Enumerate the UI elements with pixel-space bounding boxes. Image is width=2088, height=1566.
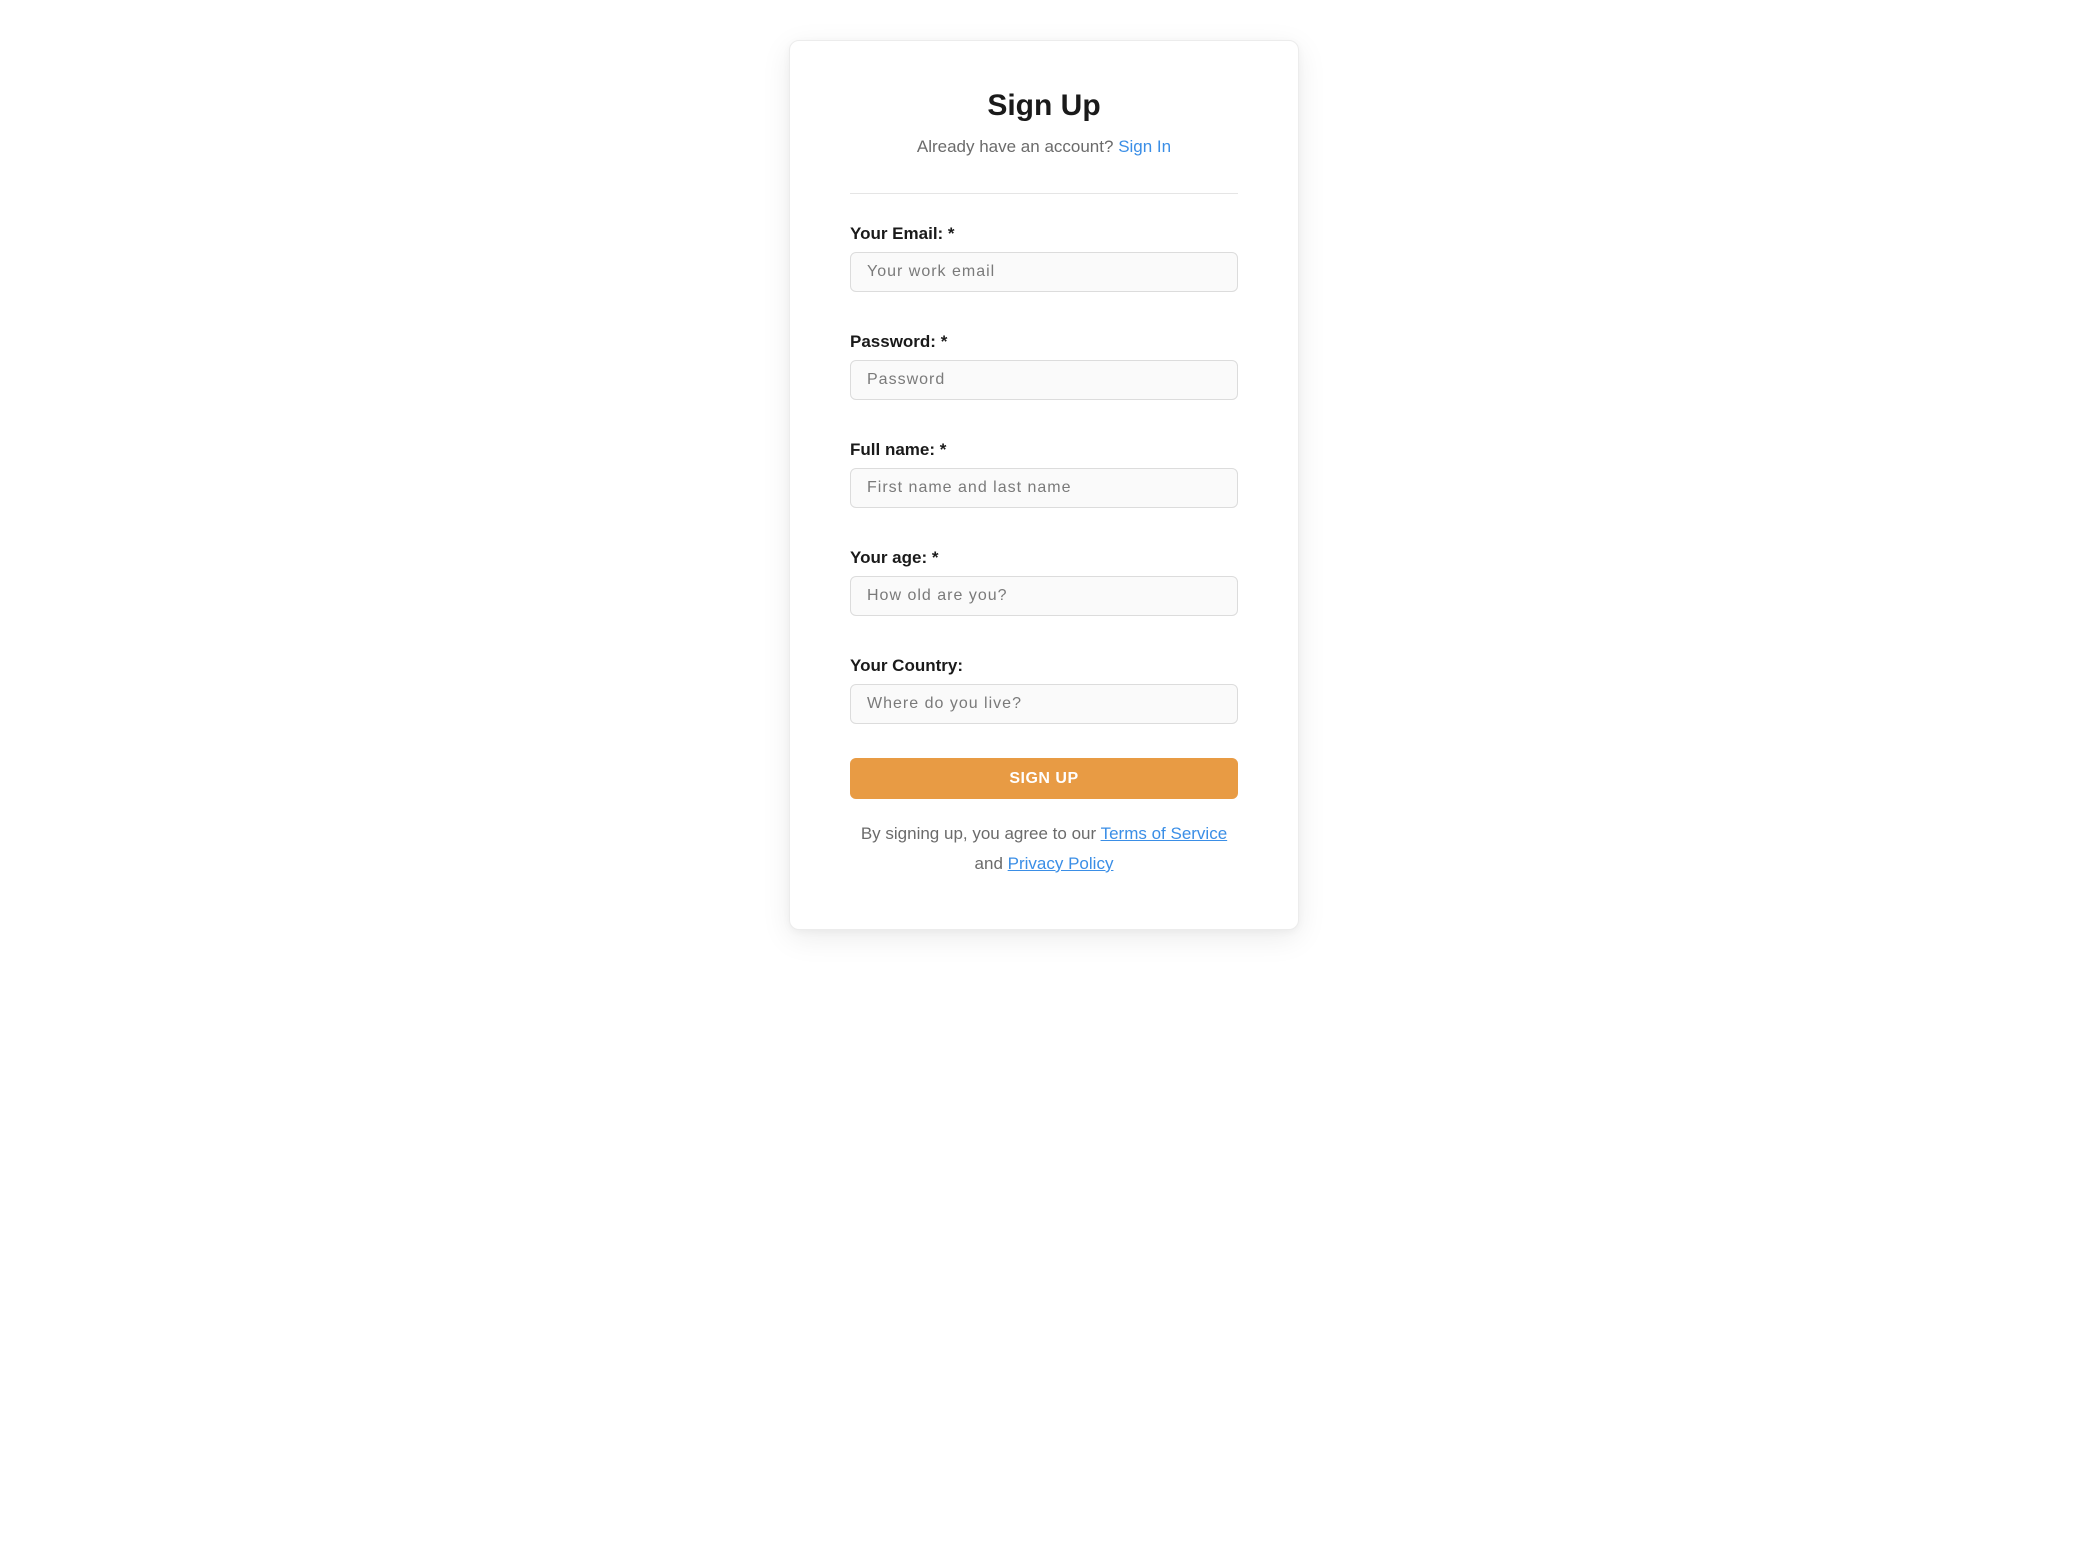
age-input[interactable] — [850, 576, 1238, 616]
signup-button[interactable]: SIGN UP — [850, 758, 1238, 799]
signin-link[interactable]: Sign In — [1118, 137, 1171, 156]
password-input[interactable] — [850, 360, 1238, 400]
page-title: Sign Up — [850, 89, 1238, 123]
terms-text: By signing up, you agree to our Terms of… — [850, 819, 1238, 879]
age-label: Your age: * — [850, 548, 1238, 568]
terms-of-service-link[interactable]: Terms of Service — [1101, 824, 1228, 843]
fullname-label: Full name: * — [850, 440, 1238, 460]
country-field-group: Your Country: — [850, 656, 1238, 724]
email-label: Your Email: * — [850, 224, 1238, 244]
signin-prompt: Already have an account? Sign In — [850, 137, 1238, 157]
divider — [850, 193, 1238, 194]
email-input[interactable] — [850, 252, 1238, 292]
fullname-field-group: Full name: * — [850, 440, 1238, 508]
country-label: Your Country: — [850, 656, 1238, 676]
password-label: Password: * — [850, 332, 1238, 352]
age-field-group: Your age: * — [850, 548, 1238, 616]
country-input[interactable] — [850, 684, 1238, 724]
already-have-account-text: Already have an account? — [917, 137, 1114, 156]
fullname-input[interactable] — [850, 468, 1238, 508]
signup-header: Sign Up Already have an account? Sign In — [850, 89, 1238, 157]
signup-card: Sign Up Already have an account? Sign In… — [789, 40, 1299, 930]
email-field-group: Your Email: * — [850, 224, 1238, 292]
terms-prefix: By signing up, you agree to our — [861, 824, 1101, 843]
privacy-policy-link[interactable]: Privacy Policy — [1008, 854, 1114, 873]
password-field-group: Password: * — [850, 332, 1238, 400]
terms-middle: and — [975, 854, 1008, 873]
